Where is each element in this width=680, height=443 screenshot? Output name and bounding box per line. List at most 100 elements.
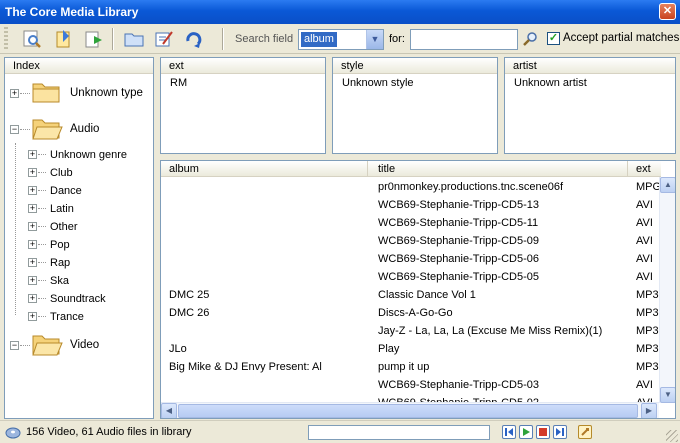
expand-icon[interactable]: + — [10, 89, 19, 98]
close-button[interactable]: ✕ — [659, 3, 676, 20]
table-row[interactable]: pr0nmonkey.productions.tnc.scene06f MPG — [161, 178, 659, 196]
skip-back-icon[interactable] — [502, 425, 516, 439]
play-icon[interactable] — [519, 425, 533, 439]
tree-node-label: Other — [50, 221, 78, 233]
index-header: Index — [5, 58, 153, 74]
scroll-left-icon[interactable]: ◀ — [161, 403, 177, 418]
toolbar-grip[interactable] — [4, 27, 8, 51]
filter-header[interactable]: ext — [161, 58, 325, 74]
collapse-icon[interactable]: − — [10, 341, 19, 350]
table-row[interactable]: WCB69-Stephanie-Tripp-CD5-06 AVI — [161, 250, 659, 268]
collapse-icon[interactable]: − — [10, 125, 19, 134]
table-row[interactable]: WCB69-Stephanie-Tripp-CD5-11 AVI — [161, 214, 659, 232]
filter-list-artist[interactable]: artist Unknown artist — [504, 57, 676, 154]
expand-icon[interactable]: + — [28, 150, 37, 159]
column-header-title[interactable]: title — [368, 161, 628, 177]
cell-ext: AVI — [636, 217, 653, 229]
table-row[interactable]: Big Mike & DJ Envy Present: Al pump it up… — [161, 358, 659, 376]
table-row[interactable]: DMC 26 Discs-A-Go-Go MP3 — [161, 304, 659, 322]
table-row[interactable]: WCB69-Stephanie-Tripp-CD5-03 AVI — [161, 376, 659, 394]
status-bar: 156 Video, 61 Audio files in library — [0, 420, 680, 443]
cell-ext: AVI — [636, 379, 653, 391]
tree-node[interactable]: − Video — [5, 328, 151, 360]
cell-ext: AVI — [636, 271, 653, 283]
cell-title: Jay-Z - La, La, La (Excuse Me Miss Remix… — [378, 325, 603, 337]
tree-node-genre[interactable]: + Rap — [5, 255, 151, 271]
vertical-scrollbar[interactable]: ▲ ▼ — [659, 177, 675, 403]
cell-title: Play — [378, 343, 400, 355]
search-field-select[interactable]: album ▼ — [298, 29, 384, 50]
tree-node[interactable]: + Unknown type — [5, 76, 151, 108]
table-row[interactable]: WCB69-Stephanie-Tripp-CD5-05 AVI — [161, 268, 659, 286]
progress-bar — [308, 425, 490, 440]
tree-node-genre[interactable]: + Latin — [5, 201, 151, 217]
export-icon[interactable] — [82, 27, 106, 51]
filter-list-ext[interactable]: ext RM — [160, 57, 326, 154]
refresh-icon[interactable] — [182, 27, 206, 51]
edit-icon[interactable] — [152, 27, 176, 51]
expand-icon[interactable]: + — [28, 276, 37, 285]
filter-list-style[interactable]: style Unknown style — [332, 57, 498, 154]
partial-match-checkbox[interactable]: ✓ — [547, 32, 560, 45]
tree-node-label: Rap — [50, 257, 71, 269]
tree-node[interactable]: − Audio — [5, 112, 151, 144]
filter-item[interactable]: Unknown artist — [514, 76, 587, 90]
tree-node-genre[interactable]: + Other — [5, 219, 151, 235]
tree-node-genre[interactable]: + Trance — [5, 309, 151, 325]
cell-title: WCB69-Stephanie-Tripp-CD5-05 — [378, 271, 539, 283]
filter-header[interactable]: style — [333, 58, 497, 74]
filter-item[interactable]: Unknown style — [342, 76, 414, 90]
tree-node-genre[interactable]: + Ska — [5, 273, 151, 289]
resize-grip[interactable] — [666, 430, 678, 442]
tree-node-label: Video — [70, 339, 100, 351]
cell-ext: AVI — [636, 199, 653, 211]
filter-header[interactable]: artist — [505, 58, 675, 74]
scroll-up-icon[interactable]: ▲ — [660, 177, 675, 193]
column-header-album[interactable]: album — [161, 161, 368, 177]
index-panel: Index + Unknown type − Audio + Unknown genre +… — [4, 57, 154, 419]
skip-forward-icon[interactable] — [553, 425, 567, 439]
expand-icon[interactable]: + — [28, 186, 37, 195]
tree-node-genre[interactable]: + Club — [5, 165, 151, 181]
tree-node-genre[interactable]: + Dance — [5, 183, 151, 199]
search-input[interactable] — [410, 29, 518, 50]
expand-icon[interactable]: + — [28, 294, 37, 303]
table-row[interactable]: Jay-Z - La, La, La (Excuse Me Miss Remix… — [161, 322, 659, 340]
table-row[interactable]: WCB69-Stephanie-Tripp-CD5-13 AVI — [161, 196, 659, 214]
table-row[interactable]: JLo Play MP3 — [161, 340, 659, 358]
cell-ext: AVI — [636, 235, 653, 247]
cell-title: WCB69-Stephanie-Tripp-CD5-11 — [378, 217, 539, 229]
search-field-label: Search field — [235, 33, 294, 45]
horizontal-scrollbar[interactable]: ◀ ▶ — [161, 402, 659, 418]
cell-ext: MP3 — [636, 307, 659, 319]
table-row[interactable]: DMC 25 Classic Dance Vol 1 MP3 — [161, 286, 659, 304]
tree-node-genre[interactable]: + Unknown genre — [5, 147, 151, 163]
scan-icon[interactable] — [20, 27, 44, 51]
tree-node-genre[interactable]: + Pop — [5, 237, 151, 253]
expand-icon[interactable]: + — [28, 258, 37, 267]
filter-item[interactable]: RM — [170, 76, 187, 90]
window-titlebar[interactable]: The Core Media Library ✕ — [0, 0, 680, 24]
chevron-down-icon[interactable]: ▼ — [366, 30, 383, 49]
expand-icon[interactable]: + — [28, 204, 37, 213]
cell-title: Discs-A-Go-Go — [378, 307, 453, 319]
scroll-thumb[interactable] — [178, 404, 638, 418]
column-header-ext[interactable]: ext — [628, 161, 668, 177]
folder-icon[interactable] — [122, 27, 146, 51]
scroll-right-icon[interactable]: ▶ — [641, 403, 657, 418]
import-icon[interactable] — [52, 27, 76, 51]
expand-icon[interactable]: + — [28, 168, 37, 177]
table-row[interactable]: WCB69-Stephanie-Tripp-CD5-09 AVI — [161, 232, 659, 250]
expand-icon[interactable]: + — [28, 312, 37, 321]
splitter[interactable] — [154, 57, 159, 419]
stop-icon[interactable] — [536, 425, 550, 439]
tools-icon[interactable] — [578, 425, 592, 439]
cell-album: DMC 26 — [169, 307, 210, 319]
expand-icon[interactable]: + — [28, 240, 37, 249]
cell-title: Classic Dance Vol 1 — [378, 289, 476, 301]
tree-node-label: Pop — [50, 239, 70, 251]
tree-node-genre[interactable]: + Soundtrack — [5, 291, 151, 307]
scroll-down-icon[interactable]: ▼ — [660, 387, 675, 403]
search-icon[interactable] — [520, 27, 540, 51]
expand-icon[interactable]: + — [28, 222, 37, 231]
